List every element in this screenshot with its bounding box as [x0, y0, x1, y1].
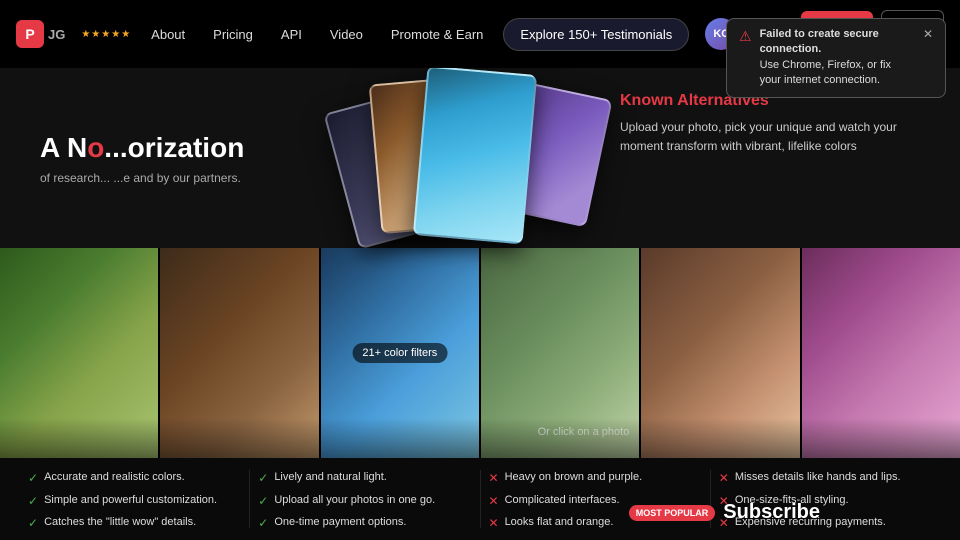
feature-item-6: ✓ One-time payment options. [258, 515, 471, 532]
logo-suffix: JG [48, 27, 65, 42]
subscribe-text: Subscribe [723, 501, 820, 524]
feature-text-5: Upload all your photos in one go. [274, 493, 435, 507]
features-section: ✓ Accurate and realistic colors. ✓ Simpl… [0, 458, 960, 540]
feature-text-7: Heavy on brown and purple. [505, 470, 643, 484]
star-rating: ★★★★★ [81, 29, 131, 40]
cross-icon-4: ✕ [719, 471, 729, 487]
gallery-overlay-6 [802, 418, 960, 458]
cross-icon-3: ✕ [489, 516, 499, 532]
nav-links: About Pricing API Video Promote & Earn [139, 19, 495, 50]
gallery-overlay-1 [0, 418, 158, 458]
gallery-overlay-3 [321, 418, 479, 458]
feature-item-4: ✓ Lively and natural light. [258, 470, 471, 487]
nav-video[interactable]: Video [318, 19, 375, 50]
feature-col-pro1: ✓ Accurate and realistic colors. ✓ Simpl… [20, 470, 250, 528]
hero-title-highlight: o [87, 132, 104, 163]
hero-right-text: Upload your photo, pick your unique and … [620, 120, 897, 153]
feature-item-7: ✕ Heavy on brown and purple. [489, 470, 702, 487]
feature-item-10: ✕ Misses details like hands and lips. [719, 470, 932, 487]
hero-title: A No...orization [40, 131, 244, 165]
toast-title: Failed to create secure connection. [760, 28, 879, 55]
hero-right: Known Alternatives Upload your photo, pi… [620, 88, 920, 156]
feature-text-4: Lively and natural light. [274, 470, 387, 484]
feature-text-6: One-time payment options. [274, 515, 406, 529]
nav-pricing[interactable]: Pricing [201, 19, 265, 50]
photo-card-colorized[interactable] [413, 66, 537, 245]
feature-item-1: ✓ Accurate and realistic colors. [28, 470, 241, 487]
cross-icon-2: ✕ [489, 494, 499, 510]
feature-text-3: Catches the "little wow" details. [44, 515, 196, 529]
feature-item-3: ✓ Catches the "little wow" details. [28, 515, 241, 532]
subscribe-area: Most Popular Subscribe [629, 501, 820, 524]
feature-item-5: ✓ Upload all your photos in one go. [258, 493, 471, 510]
feature-text-8: Complicated interfaces. [505, 493, 620, 507]
gallery-item-garden[interactable] [0, 248, 158, 458]
toast-message: Failed to create secure connection. Use … [760, 27, 915, 89]
check-icon-6: ✓ [258, 516, 268, 532]
nav-promote[interactable]: Promote & Earn [379, 19, 496, 50]
feature-text-2: Simple and powerful customization. [44, 493, 217, 507]
cross-icon-1: ✕ [489, 471, 499, 487]
check-icon-1: ✓ [28, 471, 38, 487]
check-icon-5: ✓ [258, 494, 268, 510]
explore-testimonials-button[interactable]: Explore 150+ Testimonials [503, 18, 689, 51]
toast-detail: Use Chrome, Firefox, or fix your interne… [760, 59, 891, 86]
check-icon-2: ✓ [28, 494, 38, 510]
toast-close-button[interactable]: ✕ [923, 27, 933, 41]
most-popular-badge: Most Popular [629, 505, 716, 521]
logo[interactable]: P JG [16, 20, 65, 48]
filter-badge: 21+ color filters [352, 343, 447, 363]
error-toast: ⚠ Failed to create secure connection. Us… [726, 18, 946, 98]
feature-item-2: ✓ Simple and powerful customization. [28, 493, 241, 510]
gallery-overlay-5 [641, 418, 799, 458]
logo-icon: P [16, 20, 44, 48]
check-icon-3: ✓ [28, 516, 38, 532]
gallery-item-room2[interactable] [641, 248, 799, 458]
gallery-item-interior[interactable] [160, 248, 318, 458]
nav-api[interactable]: API [269, 19, 314, 50]
hero-text: A No...orization of research... ...e and… [40, 131, 244, 185]
gallery-overlay-4 [481, 418, 639, 458]
warning-icon: ⚠ [739, 28, 752, 45]
feature-text-9: Looks flat and orange. [505, 515, 614, 529]
gallery-overlay-2 [160, 418, 318, 458]
nav-about[interactable]: About [139, 19, 197, 50]
feature-text-1: Accurate and realistic colors. [44, 470, 185, 484]
gallery-item-asian-dress[interactable] [802, 248, 960, 458]
check-icon-4: ✓ [258, 471, 268, 487]
photo-stack [320, 70, 580, 300]
feature-text-10: Misses details like hands and lips. [735, 470, 901, 484]
hero-subtitle: of research... ...e and by our partners. [40, 171, 244, 185]
feature-col-pro2: ✓ Lively and natural light. ✓ Upload all… [250, 470, 480, 528]
